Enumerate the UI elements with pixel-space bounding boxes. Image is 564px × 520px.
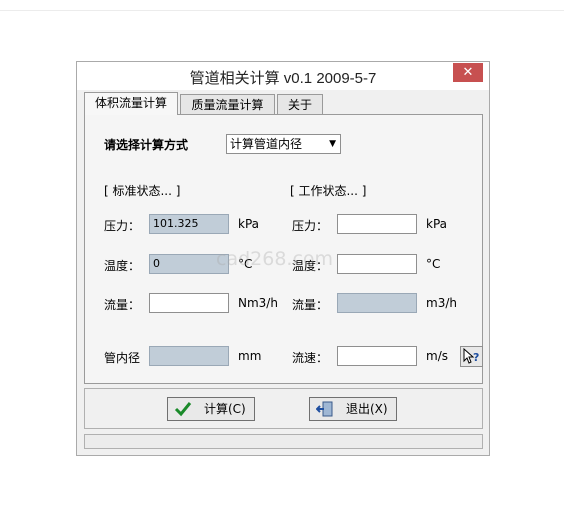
std-diameter-unit: mm: [238, 349, 262, 363]
help-button[interactable]: ?: [460, 346, 483, 367]
dropdown-arrow-icon: ▼: [329, 139, 336, 149]
wrk-velocity-label: 流速：: [292, 351, 329, 365]
wrk-pressure-field[interactable]: [337, 214, 417, 234]
exit-door-icon: [316, 401, 333, 417]
standard-header: [ 标准状态... ]: [104, 184, 181, 198]
svg-text:?: ?: [473, 351, 479, 364]
method-select[interactable]: 计算管道内径 ▼: [226, 134, 341, 154]
tab-volume-flow[interactable]: 体积流量计算: [84, 92, 178, 115]
method-label: 请选择计算方式: [104, 138, 189, 152]
std-pressure-label: 压力：: [104, 219, 141, 233]
tab-about[interactable]: 关于: [277, 94, 323, 115]
exit-label: 退出(X): [346, 402, 388, 416]
wrk-velocity-field[interactable]: [337, 346, 417, 366]
button-area: 计算(C) 退出(X): [84, 388, 483, 429]
std-flow-field[interactable]: [149, 293, 229, 313]
method-selected: 计算管道内径: [230, 137, 303, 151]
calculate-button[interactable]: 计算(C): [167, 397, 255, 421]
check-icon: [174, 402, 192, 417]
tab-label: 体积流量计算: [94, 96, 167, 110]
top-divider: [0, 10, 564, 11]
std-diameter-field[interactable]: [149, 346, 229, 366]
tab-label: 质量流量计算: [191, 98, 264, 112]
std-pressure-unit: kPa: [238, 217, 259, 231]
std-flow-unit: Nm3/h: [238, 296, 278, 310]
wrk-flow-unit: m3/h: [426, 296, 457, 310]
help-pointer-icon: ?: [463, 347, 479, 364]
std-diameter-label: 管内径: [104, 351, 141, 365]
tab-label: 关于: [287, 98, 312, 112]
watermark: cad268.com: [216, 248, 334, 270]
calculate-label: 计算(C): [204, 402, 246, 416]
std-flow-label: 流量：: [104, 298, 141, 312]
wrk-temp-unit: °C: [426, 257, 441, 271]
std-pressure-field[interactable]: 101.325: [149, 214, 229, 234]
wrk-temp-field[interactable]: [337, 254, 417, 274]
wrk-flow-field[interactable]: [337, 293, 417, 313]
wrk-velocity-unit: m/s: [426, 349, 448, 363]
window-title: 管道相关计算 v0.1 2009-5-7: [189, 70, 377, 87]
working-header: [ 工作状态... ]: [290, 184, 367, 198]
title-bar: 管道相关计算 v0.1 2009-5-7 ✕: [77, 62, 489, 90]
status-bar: [84, 434, 483, 449]
wrk-pressure-label: 压力：: [292, 219, 329, 233]
wrk-flow-label: 流量：: [292, 298, 329, 312]
wrk-pressure-unit: kPa: [426, 217, 447, 231]
exit-button[interactable]: 退出(X): [309, 397, 397, 421]
tab-mass-flow[interactable]: 质量流量计算: [180, 94, 275, 115]
close-button[interactable]: ✕: [453, 63, 483, 82]
std-temp-label: 温度：: [104, 259, 141, 273]
